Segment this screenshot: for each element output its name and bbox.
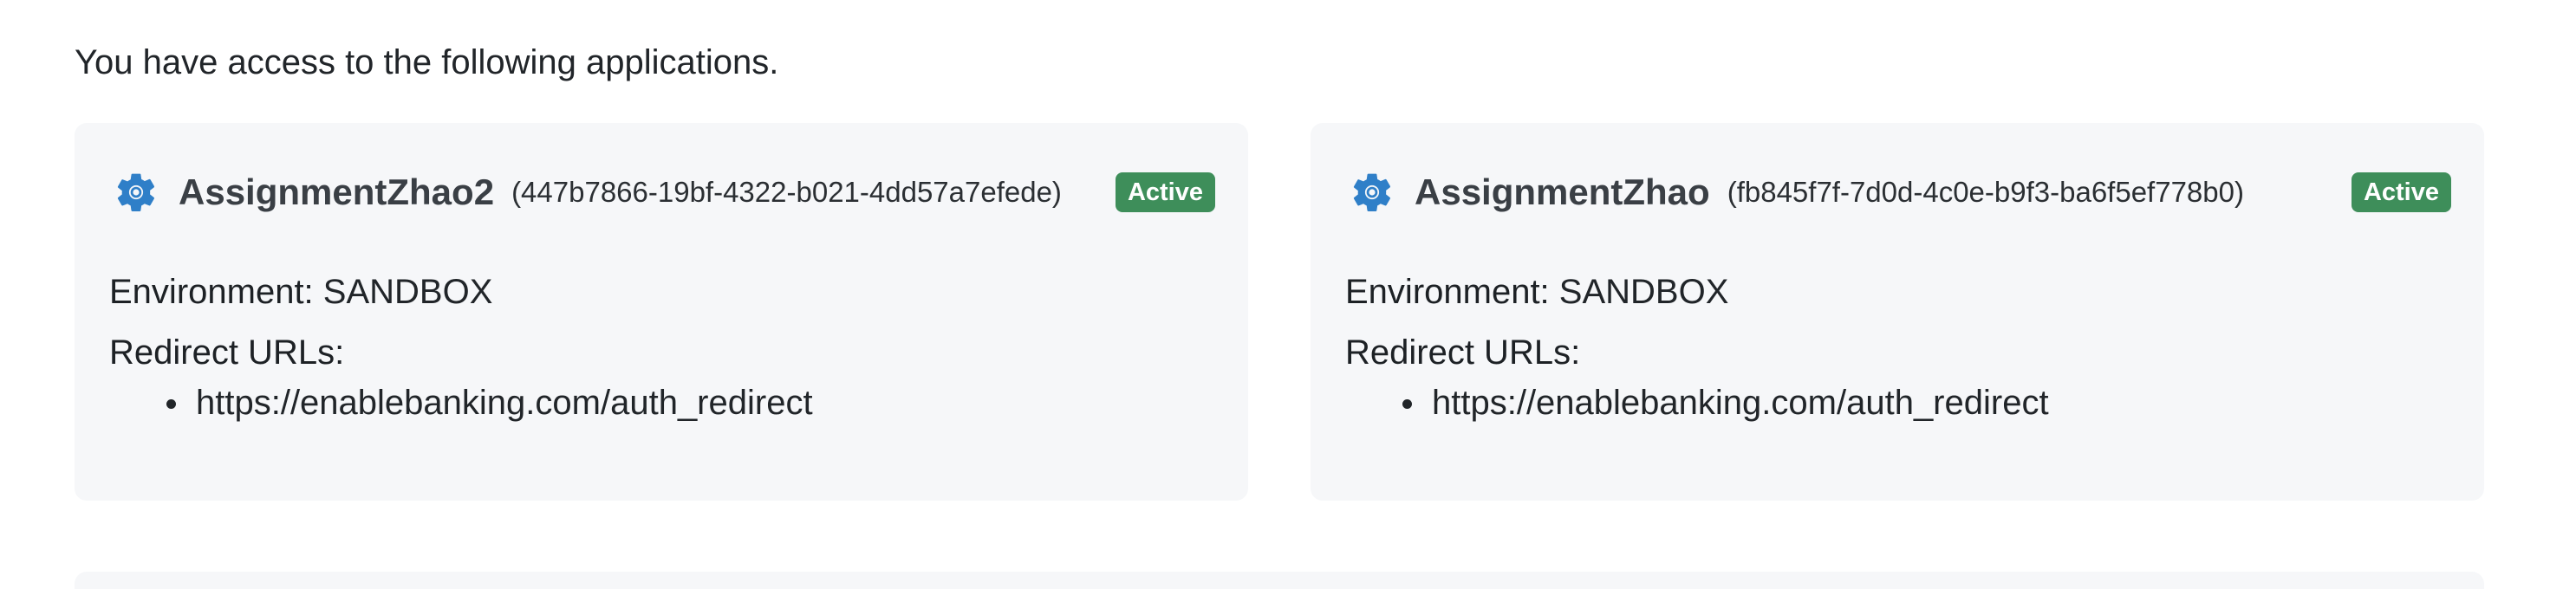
- bullet-icon: [1402, 399, 1412, 409]
- application-card-partial: [75, 572, 2484, 589]
- environment-row: Environment: SANDBOX: [109, 269, 492, 315]
- application-card: AssignmentZhao2 (447b7866-19bf-4322-b021…: [75, 123, 1248, 501]
- environment-value: SANDBOX: [322, 273, 493, 311]
- gear-icon: [1353, 173, 1391, 212]
- application-id: (447b7866-19bf-4322-b021-4dd57a7efede): [511, 176, 1062, 208]
- redirect-url: https://enablebanking.com/auth_redirect: [196, 384, 813, 422]
- status-badge: Active: [1115, 172, 1215, 212]
- environment-row: Environment: SANDBOX: [1345, 269, 1728, 315]
- redirect-url-item: https://enablebanking.com/auth_redirect: [1345, 379, 2049, 426]
- environment-value: SANDBOX: [1558, 273, 1729, 311]
- redirect-urls-label: Redirect URLs:: [1345, 333, 1581, 372]
- redirect-urls-label: Redirect URLs:: [109, 333, 345, 372]
- application-id: (fb845f7f-7d0d-4c0e-b9f3-ba6f5ef778b0): [1727, 176, 2244, 208]
- environment-label: Environment:: [109, 273, 314, 311]
- redirect-url: https://enablebanking.com/auth_redirect: [1432, 384, 2049, 422]
- application-name: AssignmentZhao2: [179, 172, 495, 212]
- environment-label: Environment:: [1345, 273, 1550, 311]
- application-card-header: AssignmentZhao2 (447b7866-19bf-4322-b021…: [113, 161, 1215, 223]
- application-card-header: AssignmentZhao (fb845f7f-7d0d-4c0e-b9f3-…: [1349, 161, 2451, 223]
- redirect-url-item: https://enablebanking.com/auth_redirect: [109, 379, 813, 426]
- gear-icon: [117, 173, 155, 212]
- intro-text: You have access to the following applica…: [75, 43, 779, 81]
- redirect-url-list: https://enablebanking.com/auth_redirect: [109, 379, 813, 426]
- application-card: AssignmentZhao (fb845f7f-7d0d-4c0e-b9f3-…: [1311, 123, 2484, 501]
- bullet-icon: [166, 399, 176, 409]
- redirect-url-list: https://enablebanking.com/auth_redirect: [1345, 379, 2049, 426]
- application-name: AssignmentZhao: [1415, 172, 1710, 212]
- status-badge: Active: [2351, 172, 2451, 212]
